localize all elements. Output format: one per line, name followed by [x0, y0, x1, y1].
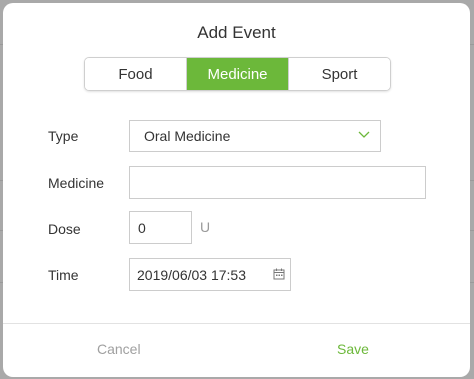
- chevron-down-icon: [358, 131, 370, 138]
- medicine-input[interactable]: [129, 166, 426, 199]
- type-select-value: Oral Medicine: [144, 128, 231, 144]
- calendar-icon[interactable]: [273, 268, 285, 280]
- save-button[interactable]: Save: [337, 341, 369, 357]
- dose-input-value: 0: [138, 219, 146, 236]
- dialog-title: Add Event: [197, 23, 276, 42]
- time-label: Time: [48, 267, 79, 283]
- cancel-button[interactable]: Cancel: [97, 341, 141, 357]
- type-label: Type: [48, 128, 79, 144]
- time-input[interactable]: 2019/06/03 17:53: [129, 258, 291, 291]
- dose-input[interactable]: 0: [129, 211, 192, 244]
- dose-unit: U: [200, 219, 211, 235]
- dose-label: Dose: [48, 221, 81, 237]
- time-input-value: 2019/06/03 17:53: [137, 266, 246, 283]
- tab-sport[interactable]: Sport: [289, 58, 390, 90]
- tab-food[interactable]: Food: [85, 58, 187, 90]
- footer-divider: [3, 323, 470, 324]
- event-type-tabs: Food Medicine Sport: [84, 57, 391, 91]
- add-event-dialog: Add Event Food Medicine Sport Type Oral …: [3, 3, 470, 377]
- medicine-label: Medicine: [48, 175, 105, 191]
- tab-medicine[interactable]: Medicine: [187, 58, 289, 90]
- type-select[interactable]: Oral Medicine: [129, 120, 381, 152]
